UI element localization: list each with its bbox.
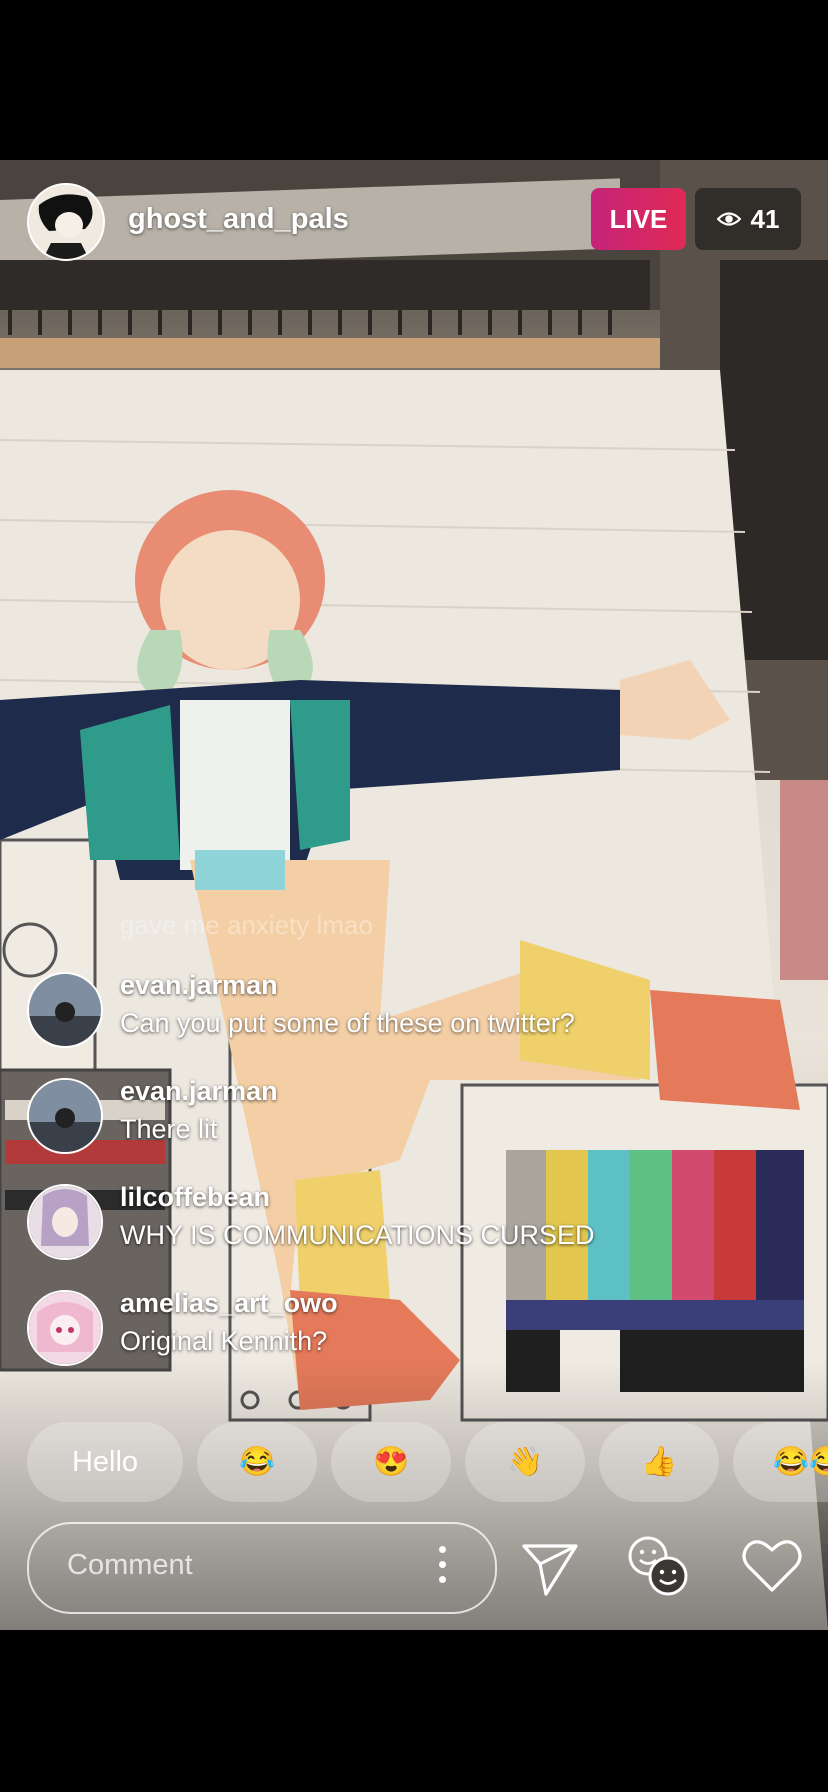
quick-reply-heart-eyes[interactable]: 😍: [331, 1422, 451, 1502]
commenter-avatar[interactable]: [27, 1078, 103, 1154]
viewer-count-badge[interactable]: 41: [695, 188, 801, 250]
comment-input[interactable]: [65, 1548, 409, 1583]
comment-text: WHY IS COMMUNICATIONS CURSED: [120, 1220, 595, 1250]
quick-reply-thumbs-up[interactable]: 👍: [599, 1422, 719, 1502]
quick-reply-emoji: 😍: [372, 1446, 410, 1478]
comment-text: Can you put some of these on twitter?: [120, 1008, 575, 1038]
commenter-avatar[interactable]: [27, 1184, 103, 1260]
send-icon[interactable]: [516, 1532, 584, 1600]
host-username[interactable]: ghost_and_pals: [128, 203, 349, 236]
quick-reply-laughing[interactable]: 😂: [197, 1422, 317, 1502]
eye-icon: [716, 212, 741, 226]
live-badge: LIVE: [591, 188, 686, 250]
quick-reply-emoji: 👍: [640, 1446, 678, 1478]
quick-reply-wave[interactable]: 👋: [465, 1422, 585, 1502]
quick-reply-emoji: 😂😂: [773, 1446, 828, 1478]
host-avatar-image: [29, 185, 103, 259]
quick-reply-laughing-double[interactable]: 😂😂: [733, 1422, 828, 1502]
comment-item[interactable]: lilcoffebean WHY IS COMMUNICATIONS CURSE…: [27, 1180, 727, 1260]
comment-text: There lit: [120, 1114, 218, 1144]
heart-icon[interactable]: [738, 1532, 806, 1600]
comment-field[interactable]: [27, 1522, 497, 1614]
live-label: LIVE: [609, 203, 668, 234]
quick-reply-emoji: 👋: [506, 1446, 544, 1478]
host-avatar[interactable]: [27, 183, 105, 261]
comment-item[interactable]: evan.jarman Can you put some of these on…: [27, 968, 727, 1048]
comment-username[interactable]: evan.jarman: [120, 1076, 278, 1107]
comment-item[interactable]: evan.jarman There lit: [27, 1074, 727, 1154]
comment-text: Original Kennith?: [120, 1326, 328, 1356]
viewer-count: 41: [750, 203, 780, 234]
comment-username[interactable]: lilcoffebean: [120, 1182, 270, 1213]
more-vertical-icon[interactable]: [437, 1546, 447, 1590]
comment-item[interactable]: amelias_art_owo Original Kennith?: [27, 1286, 727, 1366]
commenter-avatar[interactable]: [27, 1290, 103, 1366]
comment-username[interactable]: amelias_art_owo: [120, 1288, 338, 1319]
comment-username[interactable]: evan.jarman: [120, 970, 278, 1001]
quick-reply-hello[interactable]: Hello: [27, 1422, 183, 1502]
commenter-avatar[interactable]: [27, 972, 103, 1048]
quick-reply-label: Hello: [71, 1445, 139, 1478]
add-guest-icon[interactable]: [624, 1532, 692, 1600]
live-video-frame: [0, 160, 828, 1630]
quick-reply-emoji: 😂: [238, 1446, 276, 1478]
fading-comment: gave me anxiety lmao: [120, 910, 373, 940]
